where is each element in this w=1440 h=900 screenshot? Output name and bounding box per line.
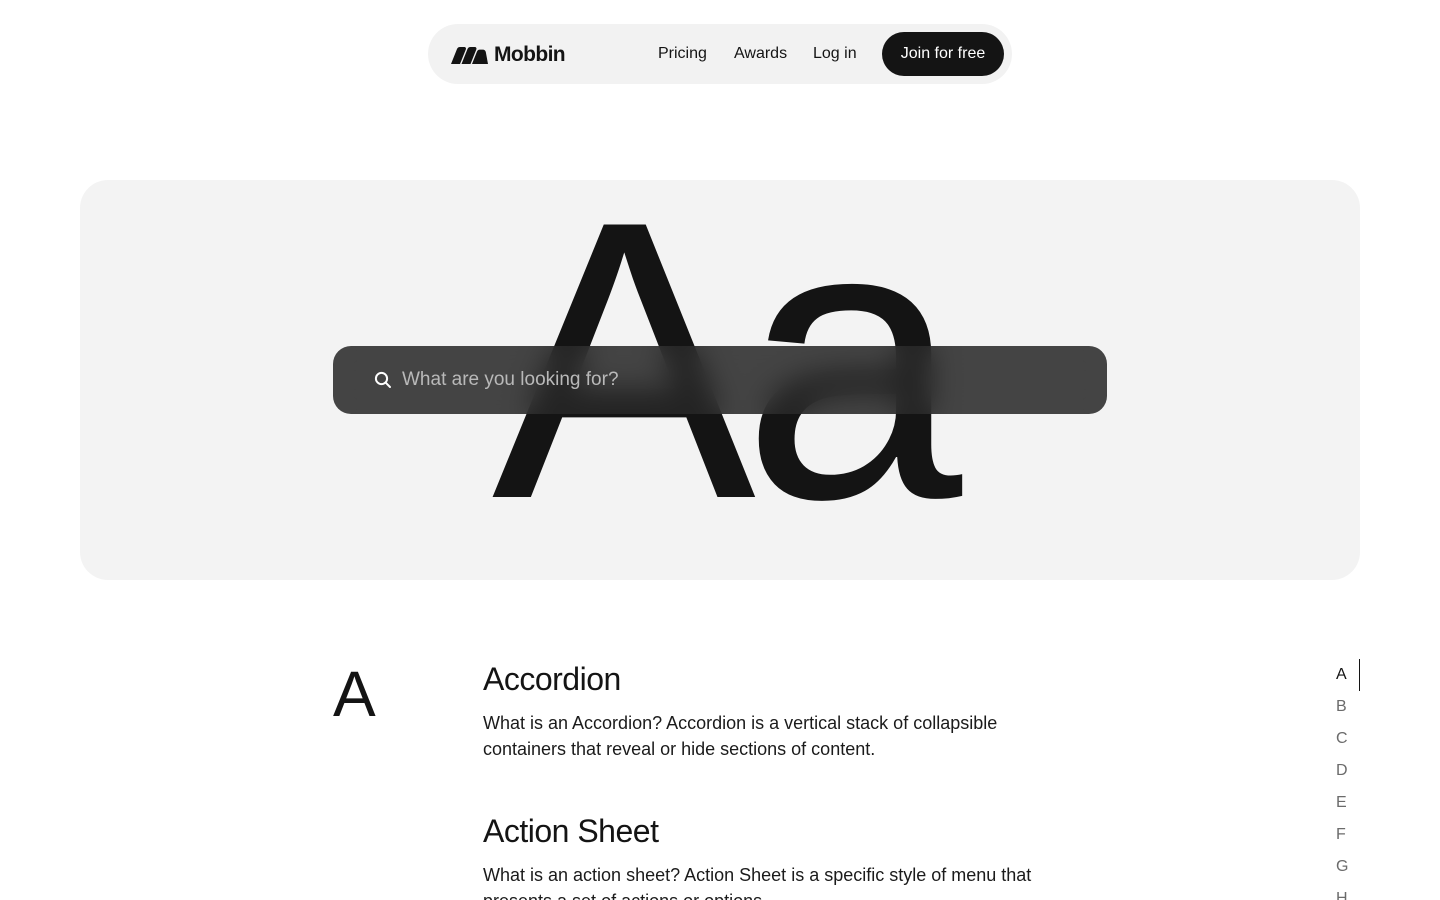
nav-link-awards[interactable]: Awards	[734, 43, 787, 65]
alphabet-index-item-h[interactable]: H	[1336, 883, 1356, 900]
nav-link-pricing[interactable]: Pricing	[658, 43, 707, 65]
glossary-term-description: What is an Accordion? Accordion is a ver…	[483, 713, 998, 759]
section-letter-heading: A	[333, 658, 376, 730]
mobbin-logo-icon	[451, 46, 488, 64]
join-for-free-button[interactable]: Join for free	[882, 32, 1004, 76]
brand-logo-link[interactable]: Mobbin	[451, 43, 566, 67]
glossary-entry: Action Sheet What is an action sheet? Ac…	[483, 812, 1043, 900]
glossary-entry: Accordion What is an Accordion? Accordio…	[483, 660, 1043, 762]
nav-link-login[interactable]: Log in	[813, 43, 857, 65]
search-input[interactable]	[402, 360, 1082, 400]
alphabet-index-item-f[interactable]: F	[1336, 819, 1356, 851]
glossary-term-title[interactable]: Action Sheet	[483, 812, 1043, 850]
alphabet-index-item-b[interactable]: B	[1336, 691, 1356, 723]
search-bar[interactable]	[333, 346, 1107, 414]
hero-banner: Aa	[80, 180, 1360, 580]
alphabet-index-item-a[interactable]: A	[1336, 659, 1356, 691]
active-letter-indicator	[1359, 659, 1360, 691]
brand-name: Mobbin	[494, 43, 566, 66]
alphabet-index-item-c[interactable]: C	[1336, 723, 1356, 755]
glossary-term-description: What is an action sheet? Action Sheet is…	[483, 865, 1032, 900]
search-icon	[374, 371, 391, 388]
alphabet-index-item-e[interactable]: E	[1336, 787, 1356, 819]
alphabet-index-item-g[interactable]: G	[1336, 851, 1356, 883]
glossary-term-title[interactable]: Accordion	[483, 660, 1043, 698]
alphabet-index-item-d[interactable]: D	[1336, 755, 1356, 787]
top-nav: Mobbin Pricing Awards Log in Join for fr…	[428, 24, 1012, 84]
